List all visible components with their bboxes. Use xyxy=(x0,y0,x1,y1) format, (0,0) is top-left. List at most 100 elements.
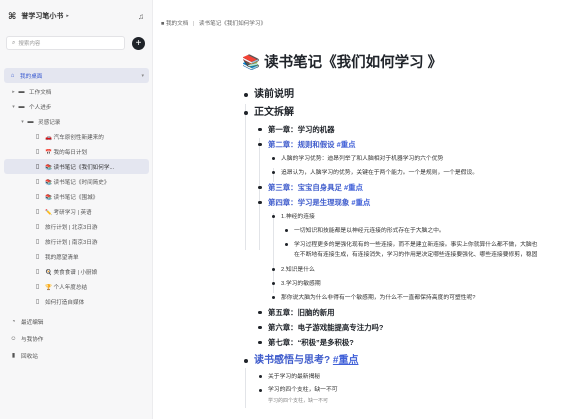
sidebar-item-growth[interactable]: ▾ ▬ 个人进步 xyxy=(0,99,153,114)
sidebar-item-label: 我的愿望清单 xyxy=(45,254,79,261)
folder-icon: ▬ xyxy=(27,118,34,125)
folder-icon: ▬ xyxy=(18,103,25,110)
sidebar-item-shared[interactable]: ☺ 与我协作 xyxy=(0,330,153,347)
sidebar-doc-item[interactable]: ▯ 📚 读书笔记《围城》 xyxy=(0,189,153,204)
outline-item[interactable]: 3.学习的敏感期 xyxy=(242,277,586,291)
folder-icon: ■ xyxy=(161,21,165,27)
outline-item[interactable]: 第五章：旧脑的新用 xyxy=(242,305,586,320)
search-input[interactable]: ⌕ 搜索内容 xyxy=(6,36,125,50)
doc-icon: ▯ xyxy=(35,164,40,170)
doc-icon: ▯ xyxy=(35,134,40,140)
doc-icon: ▯ xyxy=(35,239,40,245)
bell-icon[interactable]: ♫ xyxy=(138,12,144,21)
sidebar-item-label: 如何打造自媒体 xyxy=(45,299,85,306)
outline-item[interactable]: 学习过程更多的是强化现有的一些连接，而不是建立新连接。事实上你就算什么都不做，大… xyxy=(242,238,542,263)
breadcrumb-current[interactable]: 读书笔记《我们如何学习》 xyxy=(199,21,266,27)
sidebar-item-label: 最近编辑 xyxy=(21,319,44,326)
tag[interactable]: #重点 xyxy=(351,198,370,207)
outline-text: 读前说明 xyxy=(254,89,294,100)
search-placeholder: 搜索内容 xyxy=(18,41,41,47)
outline-item[interactable]: 第三章：宝宝自身具足 #重点 xyxy=(242,180,586,195)
sidebar-item-label: 📚 读书笔记《时间简史》 xyxy=(45,179,110,186)
outline-text: 那你说大脑为什么非得有一个敏感期，为什么不一直都保持高度的可塑性呢? xyxy=(281,295,476,301)
sidebar-doc-item[interactable]: ▯ ✏️ 考研学习 | 英语 xyxy=(0,204,153,219)
doc-icon: ▯ xyxy=(35,149,40,155)
sidebar-item-inspiration[interactable]: ▾ ▬ 灵感记录 xyxy=(0,114,153,129)
users-icon: ☺ xyxy=(10,335,17,342)
outline-text: 第三章：宝宝自身具足 xyxy=(268,183,342,192)
outline-text: 第六章：电子游戏能提高专注力吗? xyxy=(268,323,384,332)
chevron-right-icon[interactable]: ▸ xyxy=(10,89,17,95)
sidebar-item-label: 工作文档 xyxy=(29,89,52,96)
tag[interactable]: #重点 xyxy=(337,140,356,149)
sidebar-item-label: 旅行计划 | 北京3日游 xyxy=(45,224,98,231)
outline-item[interactable]: 人脑的学习优势：迪昂列举了和人脑相对于机器学习的六个优势 xyxy=(242,152,586,166)
breadcrumb-root[interactable]: 我的文档 xyxy=(166,21,188,27)
outline-item[interactable]: 那你说大脑为什么非得有一个敏感期，为什么不一直都保持高度的可塑性呢? xyxy=(242,291,586,305)
sidebar-item-label: 灵感记录 xyxy=(38,119,61,126)
doc-icon: ▯ xyxy=(35,299,40,305)
chevron-down-icon[interactable]: ▾ xyxy=(10,104,17,110)
sidebar-doc-item[interactable]: ▯ 我的愿望清单 xyxy=(0,249,153,264)
outline-item[interactable]: 第四章：学习是生理现象 #重点 xyxy=(242,195,586,210)
page-title[interactable]: 📚 读书笔记《我们如何学习 》 xyxy=(242,51,442,72)
clock-icon: ◔ xyxy=(11,318,16,325)
tag[interactable]: #重点 xyxy=(333,355,359,366)
workspace-header[interactable]: ⌘ 誉学习笔小书 ▸ ♫ xyxy=(0,3,152,29)
sidebar-item-label: 🏆 个人年度总结 xyxy=(45,284,88,291)
sidebar-doc-item[interactable]: ▯ 📅 我的每日计划 xyxy=(0,144,153,159)
doc-icon: ▯ xyxy=(35,224,40,230)
outline-item[interactable]: 第一章：学习的机器 xyxy=(242,122,586,137)
sidebar-item-label: 🚗 汽车原创性新建来的 xyxy=(45,134,104,141)
sidebar-doc-item[interactable]: ▯ 🏆 个人年度总结 xyxy=(0,279,153,294)
outline-text: 3.学习的敏感期 xyxy=(281,281,321,287)
workspace-name: 誉学习笔小书 xyxy=(21,13,64,20)
outline-item[interactable]: 正文拆解 xyxy=(242,104,586,122)
outline-item[interactable]: 2.知识是什么 xyxy=(242,263,586,277)
outline-text: 追昂认为，人脑学习的优势，关键在于两个能力。一个是规则，一个是假设。 xyxy=(281,170,479,176)
outline-item[interactable]: 1.神经的连接 xyxy=(242,210,586,224)
sidebar-item-trash[interactable]: ▮ 回收站 xyxy=(0,347,153,364)
chevron-down-icon[interactable]: ▾ xyxy=(19,119,26,125)
outline-item[interactable]: 追昂认为，人脑学习的优势，关键在于两个能力。一个是规则，一个是假设。 xyxy=(242,166,586,180)
outline-text: 一切知识和技能都是以神经元连接的形式存在于大脑之中。 xyxy=(294,228,445,234)
sidebar-doc-item[interactable]: ▯ 📚 读书笔记《时间简史》 xyxy=(0,174,153,189)
outline-item[interactable]: 关于学习的最新揭秘 xyxy=(242,370,586,384)
outline-item[interactable]: 第七章：“积极”是多积极? xyxy=(242,335,586,350)
sidebar-doc-item[interactable]: ▯ 如何打造自媒体 xyxy=(0,294,153,309)
doc-icon: ▯ xyxy=(35,269,40,275)
outline-item[interactable]: 第二章：规则和假设 #重点 xyxy=(242,137,586,152)
sidebar-doc-item[interactable]: ▯ 🍳 美食食谱 | 小厨娘 xyxy=(0,264,153,279)
sidebar-nav: ⌂ 我的桌面 ▾ ▸ ▬ 工作文档 ▾ ▬ 个人进步 ▾ ▬ 灵感记录 ▯ 🚗 xyxy=(0,68,153,309)
outline-note[interactable]: 学习的四个支柱，缺一不可 xyxy=(242,396,586,406)
outline-item[interactable]: 第六章：电子游戏能提高专注力吗? xyxy=(242,320,586,335)
outline-text: 人脑的学习优势：迪昂列举了和人脑相对于机器学习的六个优势 xyxy=(281,156,444,162)
chevron-down-icon[interactable]: ▾ xyxy=(141,73,144,79)
sidebar-item-recent[interactable]: ◔ 最近编辑 xyxy=(0,313,153,330)
sidebar-doc-item[interactable]: ▯ 旅行计划 | 北京3日游 xyxy=(0,219,153,234)
outline-item[interactable]: 学习的四个支柱，缺一不可 xyxy=(242,384,586,396)
add-button[interactable]: + xyxy=(132,36,145,50)
outline-text: 学习的四个支柱，缺一不可 xyxy=(268,387,338,393)
outline-item[interactable]: 读书感悟与思考? #重点 xyxy=(242,352,586,370)
workspace-logo-icon: ⌘ xyxy=(8,10,17,21)
sidebar-doc-item-current[interactable]: ▯ 📚 读书笔记《我们如何学... xyxy=(4,159,149,174)
sidebar-item-label: 📚 读书笔记《围城》 xyxy=(45,194,99,201)
sidebar-doc-item[interactable]: ▯ 旅行计划 | 南京3日游 xyxy=(0,234,153,249)
document-area: ■ 我的文档 | 读书笔记《我们如何学习》 📚 读书笔记《我们如何学习 》 读前… xyxy=(153,0,586,419)
doc-icon: ▯ xyxy=(35,254,40,260)
sidebar-item-label: 📅 我的每日计划 xyxy=(45,149,88,156)
sidebar-doc-item[interactable]: ▯ 🚗 汽车原创性新建来的 xyxy=(0,129,153,144)
sidebar-bottom: ◔ 最近编辑 ☺ 与我协作 ▮ 回收站 xyxy=(0,313,153,364)
outline-item[interactable]: 读前说明 xyxy=(242,86,586,104)
sidebar-item-label: 📚 读书笔记《我们如何学... xyxy=(45,164,115,171)
sidebar-item-work[interactable]: ▸ ▬ 工作文档 xyxy=(0,84,153,99)
sidebar-item-desktop[interactable]: ⌂ 我的桌面 ▾ xyxy=(4,68,149,83)
app-window: ⌘ 誉学习笔小书 ▸ ♫ ⌕ 搜索内容 + ⌂ 我的桌面 ▾ ▸ ▬ 工作文档 xyxy=(0,0,586,419)
outline-text: 关于学习的最新揭秘 xyxy=(268,374,321,380)
outline-item[interactable]: 一切知识和技能都是以神经元连接的形式存在于大脑之中。 xyxy=(242,224,586,238)
tag[interactable]: #重点 xyxy=(344,183,363,192)
trash-icon: ▮ xyxy=(11,353,16,359)
sidebar-item-label: 我的桌面 xyxy=(20,73,43,80)
sidebar-item-label: 旅行计划 | 南京3日游 xyxy=(45,239,98,246)
